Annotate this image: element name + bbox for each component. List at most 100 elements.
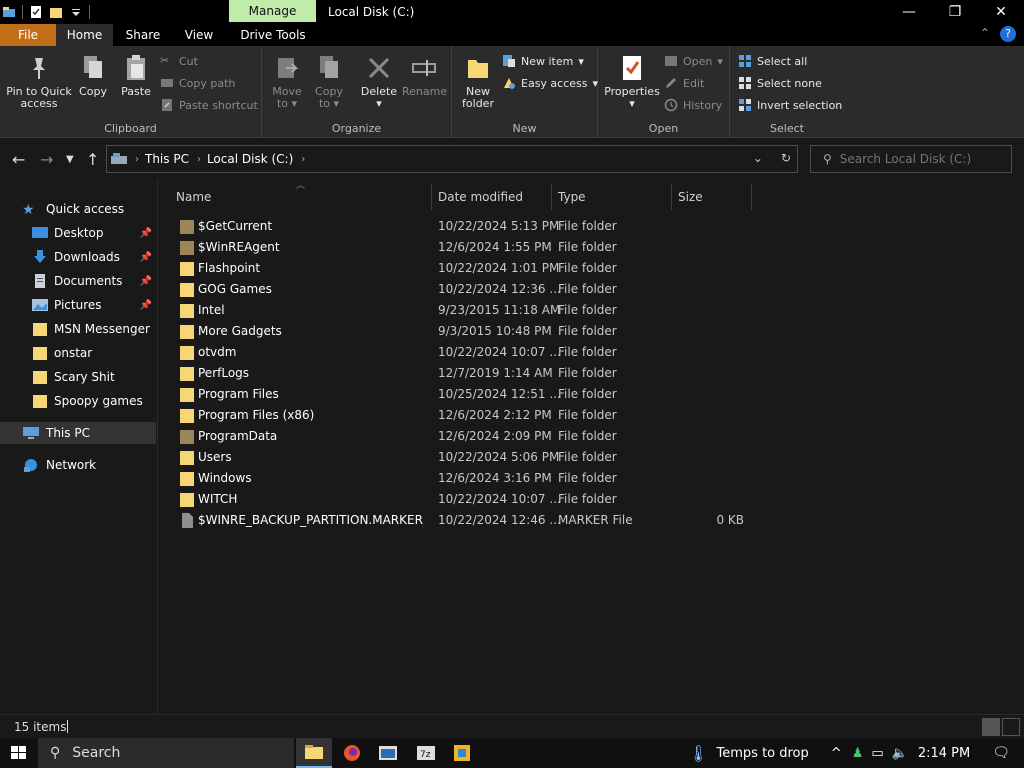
taskbar-search[interactable]: ⚲ Search — [38, 738, 294, 768]
user-status-icon[interactable]: ♟ — [852, 746, 864, 761]
table-row[interactable]: Program Files (x86) 12/6/2024 2:12 PM File… — [174, 405, 754, 426]
table-row[interactable]: $GetCurrent 10/22/2024 5:13 PM File folder — [174, 216, 754, 237]
show-hidden-icons-chevron-icon[interactable]: ^ — [831, 746, 842, 761]
paste-shortcut-button[interactable]: Paste shortcut — [160, 95, 258, 115]
taskbar-7zip[interactable]: 7z — [408, 738, 444, 768]
close-button[interactable]: ✕ — [978, 0, 1024, 24]
tab-view[interactable]: View — [176, 24, 222, 46]
delete-button[interactable]: Delete ▾ — [360, 54, 398, 110]
nav-item-pictures[interactable]: Pictures 📌 — [0, 294, 156, 316]
select-all-button[interactable]: Select all — [738, 51, 807, 71]
breadcrumb-separator-icon[interactable]: › — [197, 154, 201, 165]
file-date-modified: 12/6/2024 2:09 PM — [438, 429, 552, 443]
table-row[interactable]: Users 10/22/2024 5:06 PM File folder — [174, 447, 754, 468]
column-header-name[interactable]: Name — [170, 184, 432, 210]
copy-button[interactable]: Copy — [76, 54, 110, 98]
table-row[interactable]: PerfLogs 12/7/2019 1:14 AM File folder — [174, 363, 754, 384]
search-box[interactable]: ⚲ — [810, 145, 1012, 173]
copy-path-button[interactable]: Copy path — [160, 73, 235, 93]
taskbar-app[interactable] — [444, 738, 480, 768]
large-icons-view-icon[interactable] — [1002, 718, 1020, 736]
tab-manage[interactable]: Manage — [229, 0, 316, 22]
tab-drive-tools[interactable]: Drive Tools — [232, 24, 314, 46]
search-input[interactable] — [839, 152, 1000, 166]
notifications-icon[interactable]: 🗨 — [992, 745, 1010, 761]
nav-item-downloads[interactable]: Downloads 📌 — [0, 246, 156, 268]
pin-icon[interactable]: 📌 — [140, 276, 152, 287]
easy-access-button[interactable]: Easy access ▾ — [502, 73, 598, 93]
collapse-ribbon-icon[interactable]: ⌃ — [980, 26, 990, 42]
rename-button[interactable]: Rename — [402, 54, 447, 98]
windows-start-icon[interactable] — [0, 738, 38, 768]
nav-item-msn-messenger[interactable]: MSN Messenger — [0, 318, 156, 340]
customize-toolbar-icon[interactable] — [69, 5, 83, 19]
tab-share[interactable]: Share — [118, 24, 168, 46]
table-row[interactable]: WITCH 10/22/2024 10:07 ... File folder — [174, 489, 754, 510]
taskbar-file-explorer[interactable] — [296, 738, 332, 768]
up-arrow-icon[interactable]: ↑ — [86, 150, 99, 169]
table-row[interactable]: Windows 12/6/2024 3:16 PM File folder — [174, 468, 754, 489]
explorer-icon[interactable] — [2, 5, 16, 19]
column-header-type[interactable]: Type — [552, 184, 672, 210]
column-header-size[interactable]: Size — [672, 184, 752, 210]
nav-item-documents[interactable]: Documents 📌 — [0, 270, 156, 292]
nav-item-scary-shit[interactable]: Scary Shit — [0, 366, 156, 388]
nav-this-pc[interactable]: This PC — [0, 422, 156, 444]
properties-button[interactable]: Properties ▾ — [604, 54, 660, 110]
nav-item-onstar[interactable]: onstar — [0, 342, 156, 364]
network-tray-icon[interactable]: ▭ — [871, 746, 883, 761]
table-row[interactable]: ProgramData 12/6/2024 2:09 PM File folder — [174, 426, 754, 447]
table-row[interactable]: $WinREAgent 12/6/2024 1:55 PM File folder — [174, 237, 754, 258]
nav-item-spoopy-games[interactable]: Spoopy games — [0, 390, 156, 412]
new-item-button[interactable]: New item ▾ — [502, 51, 584, 71]
forward-arrow-icon[interactable]: → — [40, 150, 53, 169]
table-row[interactable]: GOG Games 10/22/2024 12:36 ... File folder — [174, 279, 754, 300]
tab-home[interactable]: Home — [56, 24, 113, 46]
properties-icon[interactable] — [29, 5, 43, 19]
weather-text[interactable]: Temps to drop — [717, 746, 809, 761]
refresh-icon[interactable]: ↻ — [781, 151, 791, 165]
breadcrumb-this-pc[interactable]: This PC — [145, 152, 189, 166]
taskbar-firefox[interactable] — [334, 738, 370, 768]
pin-icon[interactable]: 📌 — [140, 252, 152, 263]
cut-button[interactable]: ✂ Cut — [160, 51, 198, 71]
address-bar[interactable]: › This PC › Local Disk (C:) › ⌄ ↻ — [106, 145, 798, 173]
table-row[interactable]: Program Files 10/25/2024 12:51 ... File fo… — [174, 384, 754, 405]
volume-icon[interactable]: 🔈 — [892, 746, 908, 761]
pin-quick-access-button[interactable]: Pin to Quick access — [6, 54, 72, 110]
minimize-button[interactable]: — — [886, 0, 932, 24]
invert-selection-button[interactable]: Invert selection — [738, 95, 842, 115]
column-header-date[interactable]: Date modified — [432, 184, 552, 210]
table-row[interactable]: Flashpoint 10/22/2024 1:01 PM File folder — [174, 258, 754, 279]
nav-quick-access[interactable]: ★ Quick access — [0, 198, 156, 220]
breadcrumb-separator-icon[interactable]: › — [135, 154, 139, 165]
back-arrow-icon[interactable]: ← — [12, 150, 25, 169]
copy-to-button[interactable]: Copy to ▾ — [312, 54, 346, 110]
tab-file[interactable]: File — [0, 24, 56, 46]
table-row[interactable]: $WINRE_BACKUP_PARTITION.MARKER 10/22/2024… — [174, 510, 754, 531]
open-button[interactable]: Open ▾ — [664, 51, 723, 71]
address-history-chevron-icon[interactable]: ⌄ — [753, 151, 763, 165]
clock[interactable]: 2:14 PM — [918, 746, 970, 761]
table-row[interactable]: More Gadgets 9/3/2015 10:48 PM File folder — [174, 321, 754, 342]
select-none-button[interactable]: Select none — [738, 73, 822, 93]
new-folder-icon[interactable] — [49, 5, 63, 19]
taskbar-app-window[interactable] — [370, 738, 406, 768]
paste-button[interactable]: Paste — [116, 54, 156, 98]
breadcrumb-separator-icon[interactable]: › — [301, 154, 305, 165]
move-to-button[interactable]: Move to ▾ — [270, 54, 304, 110]
new-folder-button[interactable]: New folder — [460, 54, 496, 110]
pin-icon[interactable]: 📌 — [140, 300, 152, 311]
pin-icon[interactable]: 📌 — [140, 228, 152, 239]
nav-item-desktop[interactable]: Desktop 📌 — [0, 222, 156, 244]
help-icon[interactable]: ? — [1000, 26, 1016, 42]
nav-network[interactable]: Network — [0, 454, 156, 476]
table-row[interactable]: Intel 9/23/2015 11:18 AM File folder — [174, 300, 754, 321]
edit-button[interactable]: Edit — [664, 73, 704, 93]
breadcrumb-local-disk[interactable]: Local Disk (C:) — [207, 152, 293, 166]
details-view-icon[interactable] — [982, 718, 1000, 736]
recent-locations-chevron-icon[interactable]: ▼ — [66, 154, 74, 165]
table-row[interactable]: otvdm 10/22/2024 10:07 ... File folder — [174, 342, 754, 363]
maximize-button[interactable]: ❐ — [932, 0, 978, 24]
history-button[interactable]: History — [664, 95, 722, 115]
